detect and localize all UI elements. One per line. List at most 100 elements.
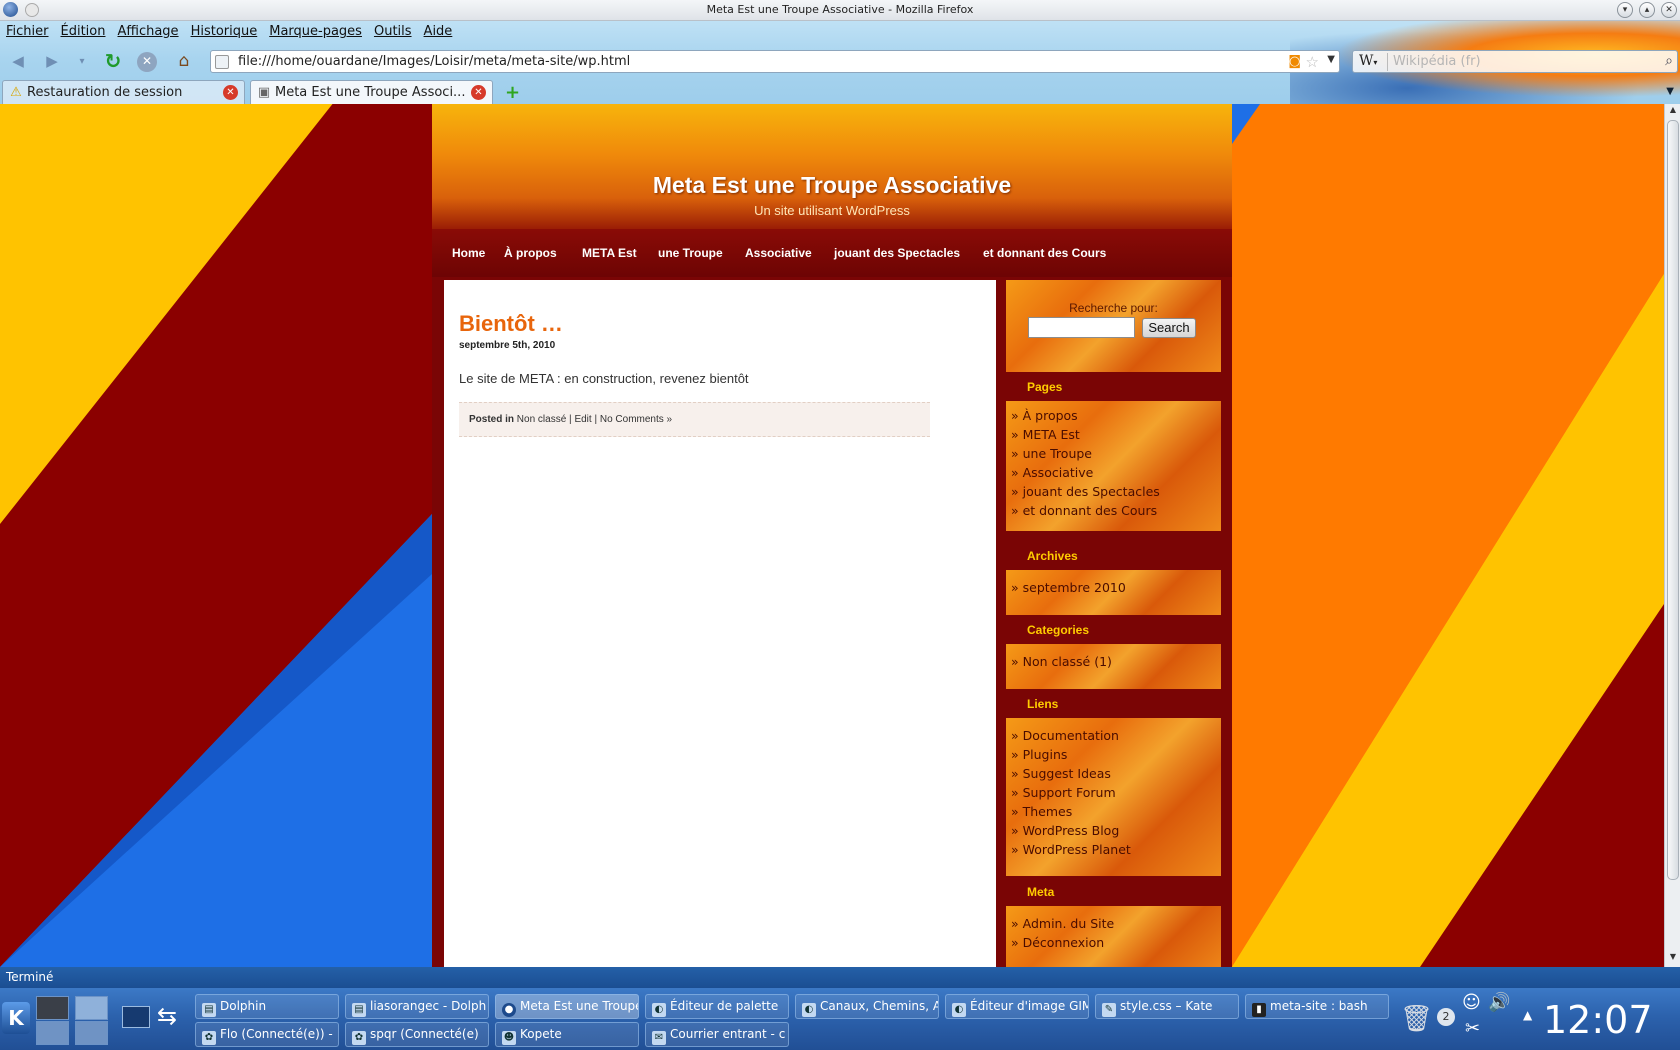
link-wordpress-planet[interactable]: » WordPress Planet	[1006, 840, 1221, 859]
post-title[interactable]: Bientôt …	[459, 311, 563, 337]
tab-list-icon[interactable]: ▼	[1666, 86, 1674, 97]
taskbar-item-liasorangec[interactable]: ▤ liasorangec - Dolph	[345, 994, 489, 1019]
taskbar-item-kate[interactable]: ✎ style.css – Kate	[1095, 994, 1239, 1019]
nav-home[interactable]: Home	[452, 246, 485, 260]
tray-expand-icon[interactable]: ▲	[1523, 1008, 1532, 1022]
post-category-link[interactable]: Non classé	[517, 414, 566, 425]
wordpress-page: Meta Est une Troupe Associative Un site …	[432, 104, 1232, 967]
url-dropdown-icon[interactable]: ▼	[1327, 54, 1335, 65]
window-titlebar: Meta Est une Troupe Associative - Mozill…	[0, 0, 1680, 21]
taskbar-item-mail[interactable]: ✉ Courrier entrant - c	[645, 1022, 789, 1047]
home-icon[interactable]: ⌂	[172, 50, 196, 74]
volume-icon[interactable]: 🔊	[1488, 992, 1510, 1013]
category-link-non-classe[interactable]: » Non classé (1)	[1006, 652, 1221, 671]
vertical-scrollbar[interactable]: ▲ ▼	[1664, 104, 1680, 967]
tab-meta-est[interactable]: ▣ Meta Est une Troupe Associ... ✕	[250, 80, 493, 105]
history-dropdown-icon[interactable]: ▾	[70, 50, 94, 74]
menu-aide[interactable]: Aide	[418, 21, 459, 42]
post-comments-link[interactable]: No Comments »	[600, 414, 672, 425]
nav-donnant-cours[interactable]: et donnant des Cours	[983, 246, 1106, 260]
minimize-icon[interactable]: ▾	[1617, 2, 1633, 18]
taskbar-item-bash[interactable]: ▮ meta-site : bash	[1245, 994, 1389, 1019]
nav-une-troupe[interactable]: une Troupe	[658, 246, 723, 260]
close-tab-icon[interactable]: ✕	[223, 85, 238, 100]
pager-desktop-1[interactable]	[36, 996, 69, 1020]
page-link-jouant-spectacles[interactable]: » jouant des Spectacles	[1006, 482, 1221, 501]
search-input[interactable]: Wikipédia (fr)	[1393, 54, 1481, 69]
close-tab-icon[interactable]: ✕	[471, 85, 486, 100]
link-suggest-ideas[interactable]: » Suggest Ideas	[1006, 764, 1221, 783]
taskbar-item-firefox[interactable]: ● Meta Est une Troupe	[495, 994, 639, 1019]
back-icon[interactable]: ◀	[6, 50, 30, 74]
kde-menu-icon[interactable]: K	[2, 1002, 30, 1034]
pager-desktop-3[interactable]	[36, 1021, 69, 1045]
search-bar[interactable]: W▾ Wikipédia (fr) ⌕	[1352, 50, 1678, 73]
nav-a-propos[interactable]: À propos	[504, 246, 557, 260]
pager-desktop-2[interactable]	[75, 996, 108, 1020]
dolphin-icon: ▤	[202, 1003, 216, 1017]
link-themes[interactable]: » Themes	[1006, 802, 1221, 821]
new-tab-icon[interactable]: +	[505, 82, 520, 103]
terminal-icon: ▮	[1252, 1003, 1266, 1017]
taskbar-item-palette-editor[interactable]: ◐ Éditeur de palette	[645, 994, 789, 1019]
stop-icon[interactable]: ✕	[137, 52, 157, 72]
gimp-icon: ◐	[652, 1003, 666, 1017]
taskbar-item-gimp[interactable]: ◐ Éditeur d'image GIM	[945, 994, 1089, 1019]
tab-restauration-session[interactable]: ⚠ Restauration de session ✕	[2, 80, 245, 105]
page-link-meta-est[interactable]: » META Est	[1006, 425, 1221, 444]
taskbar-item-chat-spqr[interactable]: ✿ spqr (Connecté(e)	[345, 1022, 489, 1047]
url-input[interactable]: file:///home/ouardane/Images/Loisir/meta…	[238, 54, 630, 69]
nav-jouant-spectacles[interactable]: jouant des Spectacles	[834, 246, 960, 260]
menu-marque-pages[interactable]: Marque-pages	[263, 21, 368, 42]
notification-badge[interactable]: 2	[1437, 1008, 1455, 1026]
network-icon[interactable]: ⇆	[157, 1002, 177, 1030]
post-edit-link[interactable]: Edit	[574, 414, 591, 425]
klipper-scissors-icon[interactable]: ✂	[1465, 1018, 1480, 1039]
scroll-up-icon[interactable]: ▲	[1665, 105, 1680, 119]
menu-edition[interactable]: Édition	[55, 21, 112, 42]
meta-link-admin[interactable]: » Admin. du Site	[1006, 914, 1221, 933]
page-content: Meta Est une Troupe Associative Un site …	[0, 104, 1664, 967]
sidebar-search-input[interactable]	[1028, 317, 1135, 338]
link-plugins[interactable]: » Plugins	[1006, 745, 1221, 764]
archive-link-septembre-2010[interactable]: » septembre 2010	[1006, 578, 1221, 597]
menu-outils[interactable]: Outils	[368, 21, 418, 42]
taskbar: K ⇆ ▤ Dolphin ▤ liasorangec - Dolph ● Meta …	[0, 988, 1680, 1050]
taskbar-item-kopete[interactable]: ☻ Kopete	[495, 1022, 639, 1047]
pager-desktop-4[interactable]	[75, 1021, 108, 1045]
site-identity-icon[interactable]	[215, 55, 229, 69]
rss-feed-icon[interactable]: ◙	[1288, 54, 1301, 69]
taskbar-item-dolphin[interactable]: ▤ Dolphin	[195, 994, 339, 1019]
nav-meta-est[interactable]: META Est	[582, 246, 637, 260]
trash-icon[interactable]: 🗑	[1400, 1004, 1433, 1034]
sidebar-search-button[interactable]: Search	[1142, 318, 1196, 338]
menu-affichage[interactable]: Affichage	[111, 21, 184, 42]
nav-associative[interactable]: Associative	[745, 246, 812, 260]
search-engine-wikipedia-icon[interactable]: W▾	[1356, 53, 1388, 71]
bookmark-star-icon[interactable]: ☆	[1306, 53, 1319, 71]
page-link-associative[interactable]: » Associative	[1006, 463, 1221, 482]
taskbar-item-canaux[interactable]: ◐ Canaux, Chemins, A	[795, 994, 939, 1019]
site-title[interactable]: Meta Est une Troupe Associative	[432, 172, 1232, 199]
search-icon[interactable]: ⌕	[1665, 53, 1673, 69]
scrollbar-thumb[interactable]	[1667, 120, 1679, 880]
scroll-down-icon[interactable]: ▼	[1665, 952, 1680, 966]
page-link-une-troupe[interactable]: » une Troupe	[1006, 444, 1221, 463]
page-link-donnant-cours[interactable]: » et donnant des Cours	[1006, 501, 1221, 520]
url-bar[interactable]: file:///home/ouardane/Images/Loisir/meta…	[210, 50, 1340, 73]
show-desktop-icon[interactable]	[122, 1006, 150, 1028]
clock[interactable]: 12:07	[1543, 998, 1653, 1042]
menu-historique[interactable]: Historique	[185, 21, 264, 42]
forward-icon[interactable]: ▶	[40, 50, 64, 74]
link-documentation[interactable]: » Documentation	[1006, 726, 1221, 745]
reload-icon[interactable]: ↻	[101, 50, 125, 74]
link-wordpress-blog[interactable]: » WordPress Blog	[1006, 821, 1221, 840]
page-link-a-propos[interactable]: » À propos	[1006, 406, 1221, 425]
close-window-icon[interactable]: ✕	[1661, 2, 1677, 18]
menu-fichier[interactable]: Fichier	[0, 21, 55, 42]
taskbar-item-chat-flo[interactable]: ✿ Flo (Connecté(e)) -	[195, 1022, 339, 1047]
kopete-tray-icon[interactable]: ☺	[1462, 992, 1481, 1013]
link-support-forum[interactable]: » Support Forum	[1006, 783, 1221, 802]
meta-link-deconnexion[interactable]: » Déconnexion	[1006, 933, 1221, 952]
maximize-icon[interactable]: ▴	[1639, 2, 1655, 18]
